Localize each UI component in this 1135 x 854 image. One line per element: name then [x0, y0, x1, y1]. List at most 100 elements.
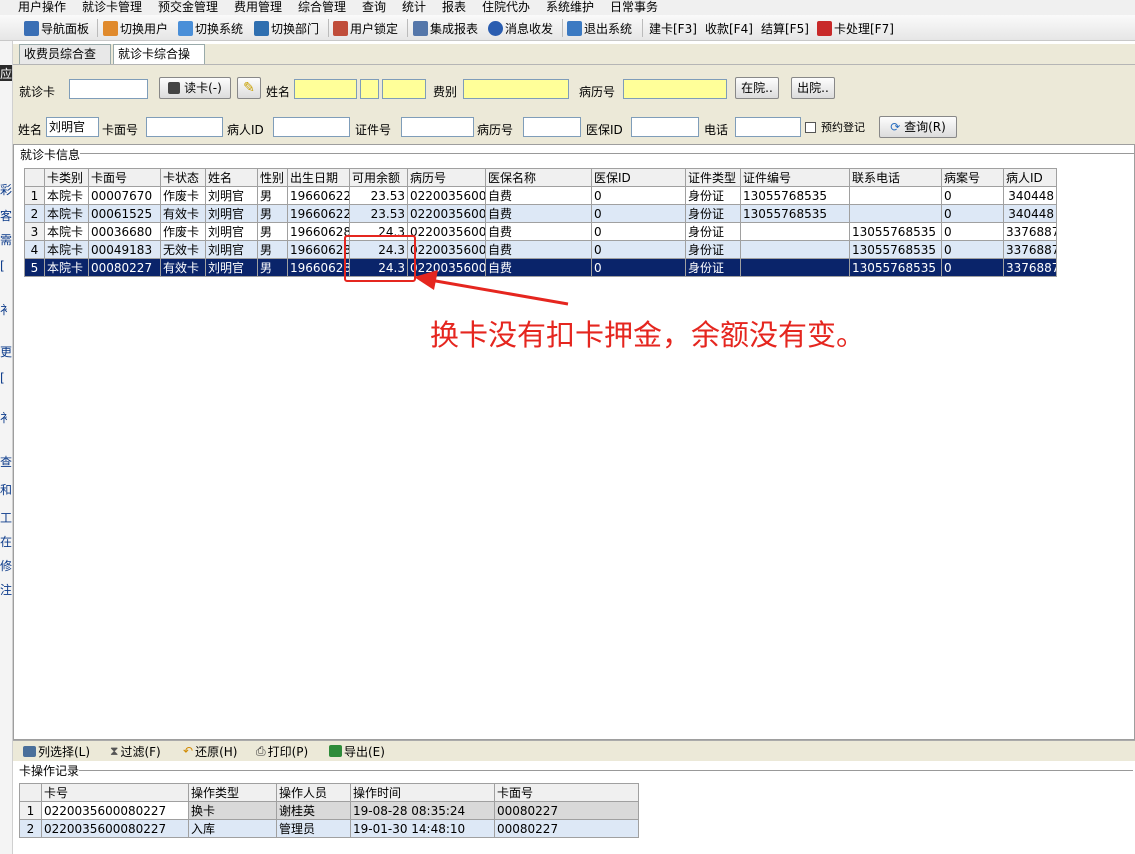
restore-button[interactable]: ↶ 还原(H)	[183, 742, 237, 760]
menu-maintenance[interactable]: 系统维护	[546, 0, 594, 15]
menu-reports[interactable]: 报表	[442, 0, 466, 15]
patient-id-input[interactable]	[273, 117, 350, 137]
menu-general[interactable]: 综合管理	[298, 0, 346, 15]
insurance-input[interactable]	[631, 117, 699, 137]
card-process-button[interactable]: 卡处理[F7]	[817, 19, 894, 37]
menu-card-mgmt[interactable]: 就诊卡管理	[82, 0, 142, 15]
column-header[interactable]: 联系电话	[849, 168, 942, 187]
switch-user-button[interactable]: 切换用户	[103, 19, 168, 37]
column-header[interactable]: 姓名	[205, 168, 258, 187]
menu-hospital-agent[interactable]: 住院代办	[482, 0, 530, 15]
column-header[interactable]: 操作类型	[188, 783, 277, 802]
exit-button[interactable]: 退出系统	[567, 19, 632, 37]
annotation-text: 换卡没有扣卡押金，余额没有变。	[430, 318, 866, 352]
table-row[interactable]: 1 本院卡 00007670 作废卡 刘明官男 19660622 23.53 02200356…	[24, 186, 1057, 205]
column-header[interactable]: 出生日期	[287, 168, 350, 187]
column-header[interactable]: 卡号	[41, 783, 189, 802]
tab-card-operations[interactable]: 就诊卡综合操作	[113, 44, 205, 80]
column-header[interactable]: 证件编号	[740, 168, 850, 187]
column-header[interactable]: 医保ID	[591, 168, 686, 187]
table-cell: 0	[591, 186, 686, 205]
query-name-label: 姓名	[18, 123, 43, 137]
filter-button[interactable]: ⧗ 过滤(F)	[110, 742, 161, 760]
messages-button[interactable]: 消息收发	[488, 19, 553, 37]
column-header[interactable]: 操作时间	[350, 783, 495, 802]
table-cell	[740, 258, 850, 277]
clear-button[interactable]: ✎	[237, 77, 261, 99]
table-cell: 管理员	[276, 819, 351, 838]
card-input[interactable]	[69, 79, 148, 99]
switch-dept-button[interactable]: 切换部门	[254, 19, 319, 37]
build-card-button[interactable]: 建卡[F3]	[649, 19, 697, 37]
in-hospital-button[interactable]: 在院..	[735, 77, 779, 99]
reports-button[interactable]: 集成报表	[413, 19, 478, 37]
toolbar: 导航面板 切换用户 切换系统 切换部门 用户锁定 集成报表 消息收发 退出系统 …	[0, 15, 1135, 41]
name-field[interactable]	[294, 79, 357, 99]
menu-stats[interactable]: 统计	[402, 0, 426, 15]
table-cell: 身份证	[685, 258, 741, 277]
menu-fee[interactable]: 费用管理	[234, 0, 282, 15]
print-button[interactable]: ⎙ 打印(P)	[256, 742, 308, 760]
phone-label: 电话	[704, 123, 729, 137]
menu-query[interactable]: 查询	[362, 0, 386, 15]
column-header[interactable]: 可用余额	[349, 168, 408, 187]
read-card-button[interactable]: 读卡(-)	[159, 77, 231, 99]
ops-row[interactable]: 1 0220035600080227 换卡 谢桂英 19-08-28 08:35:24 0…	[19, 801, 639, 820]
left-edge-text: 应	[0, 65, 13, 81]
table-row[interactable]: 4 本院卡 00049183 无效卡 刘明官男 19660628 24.3 022003560…	[24, 240, 1057, 259]
column-header[interactable]: 证件类型	[685, 168, 741, 187]
query-record-input[interactable]	[523, 117, 581, 137]
column-header[interactable]: 卡类别	[44, 168, 89, 187]
table-cell: 340448	[1003, 204, 1057, 223]
user-lock-button[interactable]: 用户锁定	[333, 19, 398, 37]
column-header[interactable]: 病人ID	[1003, 168, 1057, 187]
menu-user-ops[interactable]: 用户操作	[18, 0, 66, 15]
column-header[interactable]: 卡面号	[494, 783, 639, 802]
table-cell: 身份证	[685, 186, 741, 205]
table-row[interactable]: 3 本院卡 00036680 作废卡 刘明官男 19660628 24.3 022003560…	[24, 222, 1057, 241]
left-edge-text: 更	[0, 345, 13, 359]
column-header[interactable]: 病案号	[941, 168, 1004, 187]
settle-button[interactable]: 结算[F5]	[761, 19, 809, 37]
column-header[interactable]: 病历号	[407, 168, 486, 187]
export-button[interactable]: 导出(E)	[329, 742, 385, 760]
table-row[interactable]: 2 本院卡 00061525 有效卡 刘明官男 19660622 23.53 02200356…	[24, 204, 1057, 223]
out-hospital-button[interactable]: 出院..	[791, 77, 835, 99]
age-field[interactable]	[382, 79, 426, 99]
switch-system-button[interactable]: 切换系统	[178, 19, 243, 37]
record-number-field[interactable]	[623, 79, 727, 99]
table-cell: 13055768535	[849, 222, 942, 241]
toolbar-separator	[642, 19, 643, 37]
collect-button[interactable]: 收款[F4]	[705, 19, 753, 37]
table-cell: 00049183	[88, 240, 161, 259]
query-name-input[interactable]: 刘明官	[46, 117, 99, 137]
query-button[interactable]: ⟳ 查询(R)	[879, 116, 957, 138]
fee-type-field[interactable]	[463, 79, 569, 99]
grid-toolbar: 列选择(L) ⧗ 过滤(F) ↶ 还原(H) ⎙ 打印(P) 导出(E)	[13, 740, 1135, 761]
table-cell: 自费	[485, 240, 592, 259]
refresh-icon: ⟳	[890, 120, 901, 134]
left-edge-text: 在	[0, 535, 13, 549]
menu-daily[interactable]: 日常事务	[610, 0, 658, 15]
column-select-button[interactable]: 列选择(L)	[23, 742, 90, 760]
toolbar-separator	[407, 19, 408, 37]
column-header[interactable]: 卡面号	[88, 168, 161, 187]
column-header[interactable]: 医保名称	[485, 168, 592, 187]
table-cell: 00080227	[494, 819, 639, 838]
column-header[interactable]: 卡状态	[160, 168, 206, 187]
nav-panel-button[interactable]: 导航面板	[24, 19, 89, 37]
menu-deposit[interactable]: 预交金管理	[158, 0, 218, 15]
column-header[interactable]: 性别	[257, 168, 288, 187]
record-label: 病历号	[579, 85, 616, 99]
reserve-checkbox[interactable]	[805, 122, 816, 133]
tab-cashier-query[interactable]: 收费员综合查询	[19, 44, 111, 80]
cert-input[interactable]	[401, 117, 474, 137]
card-face-input[interactable]	[146, 117, 223, 137]
table-cell: 19660628	[287, 258, 350, 277]
gender-field[interactable]	[360, 79, 379, 99]
ops-row[interactable]: 2 0220035600080227 入库 管理员 19-01-30 14:48:10 0…	[19, 819, 639, 838]
table-cell	[740, 222, 850, 241]
reserve-label: 预约登记	[821, 121, 865, 134]
phone-input[interactable]	[735, 117, 801, 137]
column-header[interactable]: 操作人员	[276, 783, 351, 802]
